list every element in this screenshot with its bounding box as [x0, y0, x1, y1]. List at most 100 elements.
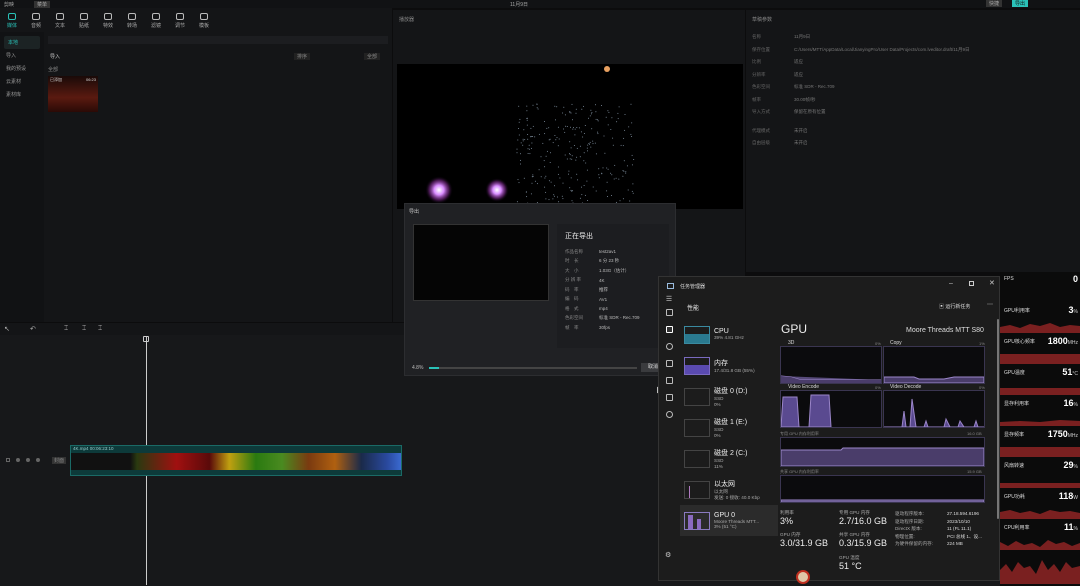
particle-dot [622, 198, 624, 200]
particle-dot [579, 145, 581, 147]
cover-button[interactable]: 封面 [52, 457, 66, 464]
particle-dot [618, 106, 620, 108]
particle-dot [622, 170, 624, 172]
scrollbar[interactable] [997, 319, 999, 519]
split-icon[interactable]: ⌶ [64, 325, 68, 333]
services-icon[interactable] [665, 411, 673, 418]
monitor-row-gpu-temp: GPU温度 51°C [1000, 365, 1080, 396]
template-icon [200, 13, 208, 20]
particle-dot [564, 131, 566, 133]
tool-tab-transition[interactable]: 转场 [120, 10, 144, 32]
particle-dot [549, 162, 551, 163]
shortcut-button[interactable]: 快捷 [986, 0, 1003, 7]
particle-dot [543, 160, 545, 162]
sidebar-item-library[interactable]: 素材库 [0, 88, 44, 101]
resource-detail: 17.4/31.8 GB (55%) [714, 367, 755, 373]
particle-dot [583, 152, 585, 154]
prop-key: 比例 [752, 59, 761, 64]
minimize-button[interactable]: – [949, 280, 953, 287]
maximize-button[interactable] [969, 281, 974, 286]
close-button[interactable]: ✕ [989, 279, 995, 287]
details-icon[interactable] [665, 394, 673, 401]
track-audio-icon[interactable] [26, 458, 30, 462]
performance-icon[interactable] [665, 326, 673, 333]
select-tool-icon[interactable]: ↖ [4, 325, 10, 333]
tool-tab-sticker[interactable]: 贴纸 [72, 10, 96, 32]
particle-dot [612, 137, 614, 139]
particle-dot [597, 133, 599, 135]
resource-item-cpu[interactable]: CPU 39% 4.81 GHz [680, 319, 778, 350]
particle-dot [631, 136, 633, 137]
resource-item-disk2[interactable]: 磁盘 2 (C:) SSD 11% [680, 443, 778, 474]
particle-dot [523, 177, 525, 179]
track-hide-icon[interactable] [16, 458, 20, 462]
particle-dot [540, 176, 542, 178]
track-lock-icon[interactable] [6, 458, 10, 462]
particle-dot [562, 198, 564, 200]
sidebar-item-presets[interactable]: 我的预设 [0, 62, 44, 75]
export-button[interactable]: 导出 [1012, 0, 1029, 7]
processes-icon[interactable] [665, 309, 673, 316]
sidebar-item-cloud[interactable]: 云素材 [0, 75, 44, 88]
tool-tab-effects[interactable]: 特效 [96, 10, 120, 32]
particle-dot [631, 164, 633, 166]
media-tab-all[interactable]: 全部 [48, 66, 58, 73]
particle-dot [565, 125, 567, 127]
resource-item-disk1[interactable]: 磁盘 1 (E:) SSD 0% [680, 412, 778, 443]
split-left-icon[interactable]: ⌶ [82, 325, 86, 333]
prop-key: 色彩空间 [752, 84, 770, 89]
sort-button[interactable]: 排序 [294, 53, 311, 60]
settings-gear-icon[interactable]: ⚙ [665, 551, 671, 559]
app-history-icon[interactable] [665, 343, 673, 350]
all-filter-button[interactable]: 全部 [364, 53, 381, 60]
particle-dot [622, 175, 624, 177]
users-icon[interactable] [665, 377, 673, 384]
particle-dot [598, 174, 600, 176]
particle-dot [620, 144, 622, 146]
tool-tab-adjust[interactable]: 调节 [168, 10, 192, 32]
prop-value: 标准 SDR - Rec.709 [794, 84, 835, 89]
tool-label: 特效 [102, 23, 113, 29]
particle-dot [592, 140, 594, 142]
prop-key: 名称 [752, 34, 761, 39]
particle-dot [582, 136, 584, 138]
tool-tab-template[interactable]: 模板 [192, 10, 216, 32]
import-button[interactable]: 导入 [50, 53, 60, 60]
particle-dot [571, 158, 573, 160]
playhead-handle[interactable] [143, 336, 149, 342]
tool-tab-media[interactable]: 媒体 [0, 10, 24, 32]
sticker-icon [80, 13, 88, 20]
menu-button[interactable]: 菜单 [34, 1, 51, 8]
prop-key: 导入方式 [752, 109, 770, 114]
particle-dot [518, 182, 520, 184]
engine-graph-3d [780, 346, 882, 384]
undo-icon[interactable]: ↶ [30, 325, 36, 333]
resource-item-memory[interactable]: 内存 17.4/31.8 GB (55%) [680, 350, 778, 381]
more-options-icon[interactable]: ⋯ [987, 301, 993, 308]
media-clip-thumbnail[interactable]: 已添加 06:23 [48, 76, 98, 112]
particle-dot [536, 103, 538, 105]
track-menu-icon[interactable] [36, 458, 40, 462]
startup-apps-icon[interactable] [665, 360, 673, 367]
video-preview[interactable] [397, 64, 743, 209]
resource-item-disk0[interactable]: 磁盘 0 (D:) SSD 0% [680, 381, 778, 412]
resource-item-ethernet[interactable]: 以太网 以太网 发送: 0 接收: 40.0 Kbp [680, 474, 778, 505]
sidebar-item-local[interactable]: 本地 [4, 36, 40, 49]
tool-tab-filter[interactable]: 滤镜 [144, 10, 168, 32]
particle-dot [566, 126, 568, 127]
tool-tab-text[interactable]: 文本 [48, 10, 72, 32]
split-right-icon[interactable]: ⌶ [98, 325, 102, 333]
prop-value: 30.00帧/秒 [794, 96, 816, 102]
hamburger-icon[interactable]: ☰ [659, 295, 679, 303]
sidebar-item-import[interactable]: 导入 [0, 49, 44, 62]
tool-tab-audio[interactable]: 音频 [24, 10, 48, 32]
particle-dot [530, 136, 531, 138]
run-new-task-button[interactable]: ▣ 运行新任务 [939, 303, 970, 310]
video-clip[interactable]: 4K.mp4 00:06:23:10 [70, 445, 402, 476]
particle-dot [564, 154, 566, 156]
particle-dot [526, 105, 528, 107]
particle-dot [584, 194, 586, 196]
resource-item-gpu0[interactable]: GPU 0 Moore Threads MTT... 3% (51 °C) [680, 505, 778, 536]
particle-dot [552, 198, 554, 200]
particle-dot [529, 153, 531, 155]
